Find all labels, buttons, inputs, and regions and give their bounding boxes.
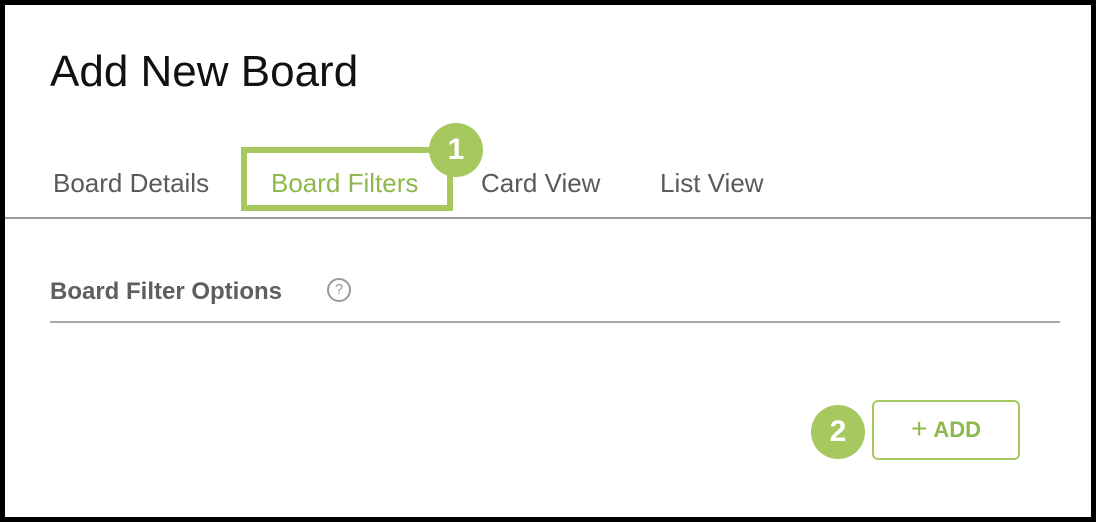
tabs-divider: [5, 217, 1091, 219]
dialog-title: Add New Board: [50, 47, 359, 96]
callout-badge-2: 2: [811, 405, 865, 459]
section-title: Board Filter Options: [50, 278, 283, 305]
tab-board-details[interactable]: Board Details: [53, 163, 209, 203]
active-tab-highlight: [241, 147, 453, 211]
add-button-label: ADD: [933, 417, 982, 442]
tab-list-view[interactable]: List View: [660, 163, 764, 203]
plus-icon: +: [910, 412, 928, 444]
add-filter-button[interactable]: + ADD: [872, 400, 1020, 460]
question-circle-icon[interactable]: ?: [327, 278, 351, 302]
callout-badge-1: 1: [429, 123, 483, 177]
tab-card-view[interactable]: Card View: [481, 163, 600, 203]
section-divider: [50, 321, 1060, 323]
dialog-frame: Add New Board Board Details Board Filter…: [5, 5, 1091, 517]
